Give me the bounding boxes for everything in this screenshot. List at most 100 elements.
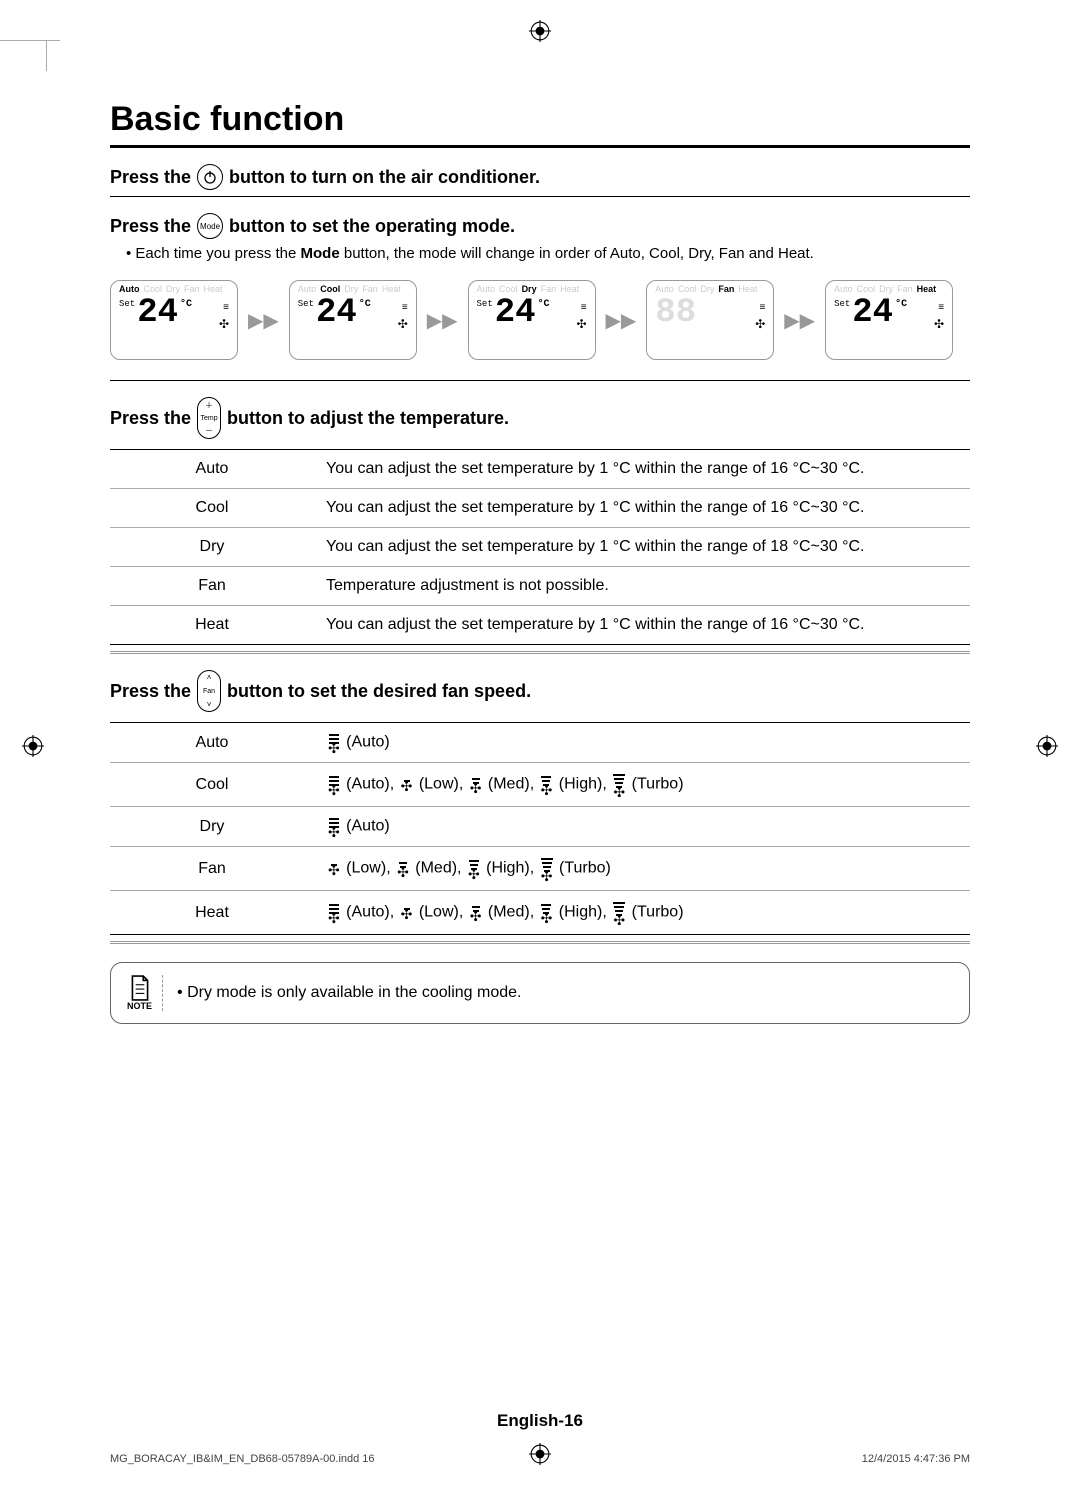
mode-cell: Fan bbox=[110, 567, 314, 606]
table-row: Auto✣ (Auto) bbox=[110, 723, 970, 763]
display-dry: AutoCoolDryFanHeatSet24°C≡✣ bbox=[468, 280, 596, 360]
display-auto: AutoCoolDryFanHeatSet24°C≡✣ bbox=[110, 280, 238, 360]
step-mode: Press the Mode button to set the operati… bbox=[110, 213, 970, 239]
table-row: FanTemperature adjustment is not possibl… bbox=[110, 567, 970, 606]
fan-speed-label: (High) bbox=[554, 776, 602, 793]
note-label: NOTE bbox=[127, 1001, 152, 1011]
table-row: HeatYou can adjust the set temperature b… bbox=[110, 606, 970, 645]
temp-button-icon: ＋ Temp － bbox=[197, 397, 221, 439]
note-text: • Dry mode is only available in the cool… bbox=[177, 984, 521, 1002]
fan-speed-label: (Low) bbox=[342, 860, 386, 877]
step-mode-post: button to set the operating mode. bbox=[229, 216, 515, 237]
arrow-icon: ▶▶ bbox=[606, 308, 637, 333]
fan-speed-label: (High) bbox=[482, 860, 530, 877]
table-row: AutoYou can adjust the set temperature b… bbox=[110, 450, 970, 489]
table-row: Dry✣ (Auto) bbox=[110, 807, 970, 847]
display-fan: AutoCoolDryFanHeat88≡✣ bbox=[646, 280, 774, 360]
step-temp-pre: Press the bbox=[110, 408, 191, 429]
note-box: NOTE • Dry mode is only available in the… bbox=[110, 962, 970, 1024]
double-divider bbox=[110, 651, 970, 654]
fan-speed-turbo-icon: ✣ bbox=[613, 901, 625, 924]
temp-minus-icon: － bbox=[205, 425, 213, 436]
display-heat: AutoCoolDryFanHeatSet24°C≡✣ bbox=[825, 280, 953, 360]
table-row: Fan✣ (Low), ✣ (Med), ✣ (High), ✣ (Turbo) bbox=[110, 847, 970, 891]
fan-speeds-cell: ✣ (Auto) bbox=[314, 807, 970, 847]
page-footer: English-16 bbox=[0, 1411, 1080, 1431]
mode-cell: Cool bbox=[110, 489, 314, 528]
fan-down-icon: ˅ bbox=[207, 700, 212, 709]
fan-speed-auto-icon: ✣ bbox=[328, 775, 340, 794]
fan-speed-med-icon: ✣ bbox=[470, 905, 482, 920]
note-text-content: Dry mode is only available in the coolin… bbox=[187, 984, 521, 1001]
fan-speed-med-icon: ✣ bbox=[397, 861, 409, 876]
fan-speed-med-icon: ✣ bbox=[470, 777, 482, 792]
table-row: CoolYou can adjust the set temperature b… bbox=[110, 489, 970, 528]
mode-display-row: AutoCoolDryFanHeatSet24°C≡✣ ▶▶ AutoCoolDry… bbox=[110, 280, 970, 360]
step-temp: Press the ＋ Temp － button to adjust the … bbox=[110, 397, 970, 439]
fan-speed-low-icon: ✣ bbox=[401, 779, 413, 790]
fan-speed-label: (High) bbox=[554, 904, 602, 921]
mode-cell: Dry bbox=[110, 528, 314, 567]
fan-speed-high-icon: ✣ bbox=[468, 859, 480, 878]
display-cool: AutoCoolDryFanHeatSet24°C≡✣ bbox=[289, 280, 417, 360]
mode-bullet: Each time you press the Mode button, the… bbox=[126, 245, 970, 262]
arrow-icon: ▶▶ bbox=[248, 308, 279, 333]
arrow-icon: ▶▶ bbox=[427, 308, 458, 333]
step-power-post: button to turn on the air conditioner. bbox=[229, 167, 540, 188]
note-icon: NOTE bbox=[127, 975, 163, 1011]
fan-speed-label: (Auto) bbox=[342, 904, 390, 921]
registration-mark-left bbox=[22, 735, 44, 757]
fan-speed-high-icon: ✣ bbox=[541, 903, 553, 922]
step-power-pre: Press the bbox=[110, 167, 191, 188]
fan-speed-low-icon: ✣ bbox=[401, 907, 413, 918]
table-row: Heat✣ (Auto), ✣ (Low), ✣ (Med), ✣ (High)… bbox=[110, 891, 970, 935]
fan-speed-label: (Auto) bbox=[342, 776, 390, 793]
fan-up-icon: ˄ bbox=[207, 673, 212, 682]
fan-speed-label: (Turbo) bbox=[555, 860, 611, 877]
fan-speeds-cell: ✣ (Auto), ✣ (Low), ✣ (Med), ✣ (High), ✣ … bbox=[314, 891, 970, 935]
double-divider bbox=[110, 941, 970, 944]
fan-speed-auto-icon: ✣ bbox=[328, 817, 340, 836]
table-row: Cool✣ (Auto), ✣ (Low), ✣ (Med), ✣ (High)… bbox=[110, 763, 970, 807]
step-fan-pre: Press the bbox=[110, 681, 191, 702]
temp-label: Temp bbox=[200, 415, 217, 422]
fan-speed-label: (Low) bbox=[414, 904, 458, 921]
desc-cell: You can adjust the set temperature by 1 … bbox=[314, 489, 970, 528]
fan-speed-label: (Med) bbox=[483, 776, 529, 793]
mode-bullet-c: button, the mode will change in order of… bbox=[340, 245, 814, 262]
mode-button-icon: Mode bbox=[197, 213, 223, 239]
mode-bullet-a: Each time you press the bbox=[135, 245, 300, 262]
step-power: Press the button to turn on the air cond… bbox=[110, 164, 970, 190]
fan-speed-label: (Turbo) bbox=[627, 904, 683, 921]
fan-speeds-cell: ✣ (Auto) bbox=[314, 723, 970, 763]
temp-plus-icon: ＋ bbox=[205, 400, 213, 411]
mode-cell: Heat bbox=[110, 606, 314, 645]
fan-speed-auto-icon: ✣ bbox=[328, 903, 340, 922]
desc-cell: Temperature adjustment is not possible. bbox=[314, 567, 970, 606]
divider bbox=[110, 380, 970, 381]
fan-speeds-cell: ✣ (Low), ✣ (Med), ✣ (High), ✣ (Turbo) bbox=[314, 847, 970, 891]
mode-cell: Cool bbox=[110, 763, 314, 807]
desc-cell: You can adjust the set temperature by 1 … bbox=[314, 450, 970, 489]
trim-corner bbox=[0, 40, 60, 101]
fan-speed-label: (Auto) bbox=[342, 818, 390, 835]
mode-cell: Fan bbox=[110, 847, 314, 891]
fan-table: Auto✣ (Auto)Cool ✣ (Auto), ✣ (Low), ✣ (Me… bbox=[110, 722, 970, 935]
registration-mark-top bbox=[529, 20, 551, 42]
table-row: DryYou can adjust the set temperature by… bbox=[110, 528, 970, 567]
print-path: MG_BORACAY_IB&IM_EN_DB68-05789A-00.indd … bbox=[110, 1453, 375, 1465]
print-timestamp: 12/4/2015 4:47:36 PM bbox=[862, 1453, 970, 1465]
desc-cell: You can adjust the set temperature by 1 … bbox=[314, 606, 970, 645]
mode-bullet-b: Mode bbox=[301, 245, 340, 262]
fan-speed-label: (Med) bbox=[411, 860, 457, 877]
mode-cell: Dry bbox=[110, 807, 314, 847]
fan-speed-label: (Low) bbox=[414, 776, 458, 793]
step-temp-post: button to adjust the temperature. bbox=[227, 408, 509, 429]
divider bbox=[110, 196, 970, 197]
mode-cell: Heat bbox=[110, 891, 314, 935]
fan-speed-auto-icon: ✣ bbox=[328, 733, 340, 752]
fan-speed-high-icon: ✣ bbox=[541, 775, 553, 794]
fan-speed-turbo-icon: ✣ bbox=[613, 773, 625, 796]
desc-cell: You can adjust the set temperature by 1 … bbox=[314, 528, 970, 567]
temp-table: AutoYou can adjust the set temperature b… bbox=[110, 449, 970, 645]
